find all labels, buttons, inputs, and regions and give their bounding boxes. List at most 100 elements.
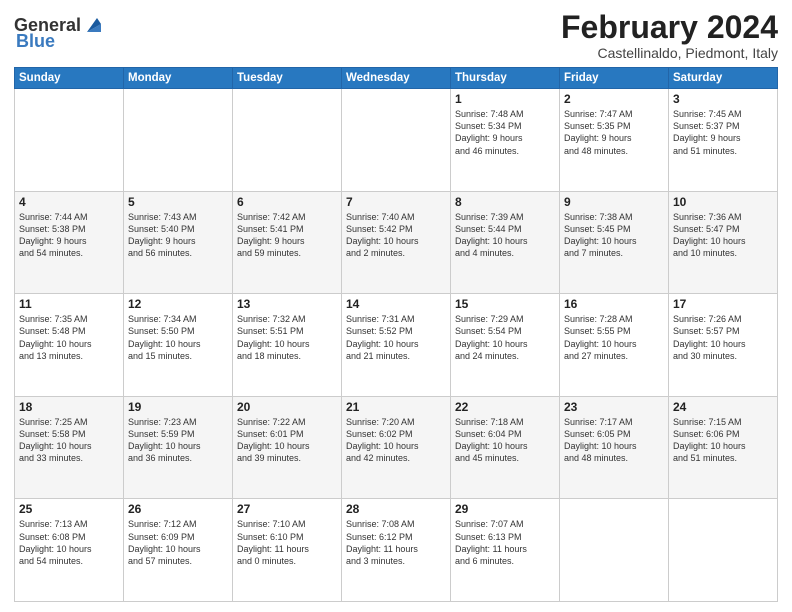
day-number: 25 [19, 502, 119, 516]
cell-info: and 56 minutes. [128, 247, 228, 259]
week-row-1: 1 Sunrise: 7:48 AMSunset: 5:34 PMDaylight… [15, 89, 778, 192]
cell-info: Daylight: 10 hours [455, 440, 555, 452]
cell-info: Daylight: 10 hours [128, 338, 228, 350]
cell-info: and 10 minutes. [673, 247, 773, 259]
page: General Blue February 2024 Castellinaldo… [0, 0, 792, 612]
cell-info: Sunset: 5:41 PM [237, 223, 337, 235]
day-number: 26 [128, 502, 228, 516]
cell-info: and 57 minutes. [128, 555, 228, 567]
cell-info: Sunset: 6:13 PM [455, 531, 555, 543]
cell-info: Sunset: 6:05 PM [564, 428, 664, 440]
header: General Blue February 2024 Castellinaldo… [14, 10, 778, 61]
weekday-header-saturday: Saturday [669, 68, 778, 89]
cell-info: and 45 minutes. [455, 452, 555, 464]
cell-info: and 24 minutes. [455, 350, 555, 362]
day-number: 7 [346, 195, 446, 209]
cell-info: Sunrise: 7:36 AM [673, 211, 773, 223]
cell-info: Sunrise: 7:35 AM [19, 313, 119, 325]
cell-info: and 36 minutes. [128, 452, 228, 464]
calendar-cell: 7Sunrise: 7:40 AMSunset: 5:42 PMDaylight… [342, 191, 451, 294]
cell-info: Sunrise: 7:18 AM [455, 416, 555, 428]
cell-info: Sunset: 5:57 PM [673, 325, 773, 337]
cell-info: Sunrise: 7:08 AM [346, 518, 446, 530]
cell-info: and 15 minutes. [128, 350, 228, 362]
calendar-cell: 5Sunrise: 7:43 AMSunset: 5:40 PMDaylight… [124, 191, 233, 294]
day-number: 17 [673, 297, 773, 311]
cell-info: Sunset: 5:59 PM [128, 428, 228, 440]
cell-info: Sunset: 6:09 PM [128, 531, 228, 543]
cell-info: Sunrise: 7:47 AM [564, 108, 664, 120]
calendar-cell: 14Sunrise: 7:31 AMSunset: 5:52 PMDayligh… [342, 294, 451, 397]
week-row-2: 4Sunrise: 7:44 AMSunset: 5:38 PMDaylight… [15, 191, 778, 294]
cell-info: and 51 minutes. [673, 145, 773, 157]
day-number: 20 [237, 400, 337, 414]
cell-info: Sunrise: 7:48 AM [455, 108, 555, 120]
cell-info: Daylight: 10 hours [128, 440, 228, 452]
calendar-cell [669, 499, 778, 602]
logo-icon [83, 14, 105, 36]
day-number: 16 [564, 297, 664, 311]
cell-info: Daylight: 10 hours [455, 235, 555, 247]
calendar-cell [124, 89, 233, 192]
cell-info: and 39 minutes. [237, 452, 337, 464]
cell-info: Sunset: 5:45 PM [564, 223, 664, 235]
calendar-cell: 28Sunrise: 7:08 AMSunset: 6:12 PMDayligh… [342, 499, 451, 602]
calendar-cell [560, 499, 669, 602]
cell-info: Daylight: 10 hours [19, 338, 119, 350]
day-number: 12 [128, 297, 228, 311]
day-number: 5 [128, 195, 228, 209]
calendar-cell: 23Sunrise: 7:17 AMSunset: 6:05 PMDayligh… [560, 396, 669, 499]
cell-info: and 48 minutes. [564, 452, 664, 464]
cell-info: Sunset: 5:40 PM [128, 223, 228, 235]
weekday-header-friday: Friday [560, 68, 669, 89]
day-number: 29 [455, 502, 555, 516]
cell-info: Sunset: 6:04 PM [455, 428, 555, 440]
cell-info: Sunset: 5:44 PM [455, 223, 555, 235]
day-number: 21 [346, 400, 446, 414]
cell-info: Daylight: 9 hours [237, 235, 337, 247]
cell-info: Sunrise: 7:38 AM [564, 211, 664, 223]
logo: General Blue [14, 14, 105, 50]
calendar-cell: 21Sunrise: 7:20 AMSunset: 6:02 PMDayligh… [342, 396, 451, 499]
calendar-cell: 22 Sunrise: 7:18 AMSunset: 6:04 PMDayligh… [451, 396, 560, 499]
cell-info: Daylight: 10 hours [673, 235, 773, 247]
cell-info: Sunset: 6:06 PM [673, 428, 773, 440]
day-number: 19 [128, 400, 228, 414]
cell-info: and 48 minutes. [564, 145, 664, 157]
cell-info: and 4 minutes. [455, 247, 555, 259]
cell-info: Sunset: 5:55 PM [564, 325, 664, 337]
cell-info: Daylight: 9 hours [19, 235, 119, 247]
cell-info: Daylight: 11 hours [455, 543, 555, 555]
cell-info: and 7 minutes. [564, 247, 664, 259]
cell-info: and 6 minutes. [455, 555, 555, 567]
cell-info: Daylight: 9 hours [455, 132, 555, 144]
cell-info: Sunrise: 7:25 AM [19, 416, 119, 428]
cell-info: Sunrise: 7:13 AM [19, 518, 119, 530]
cell-info: Sunset: 5:34 PM [455, 120, 555, 132]
cell-info: Sunset: 5:35 PM [564, 120, 664, 132]
calendar-table: SundayMondayTuesdayWednesdayThursdayFrid… [14, 67, 778, 602]
day-number: 1 [455, 92, 555, 106]
day-number: 13 [237, 297, 337, 311]
calendar-cell: 16Sunrise: 7:28 AMSunset: 5:55 PMDayligh… [560, 294, 669, 397]
day-number: 9 [564, 195, 664, 209]
cell-info: and 27 minutes. [564, 350, 664, 362]
calendar-cell: 9Sunrise: 7:38 AMSunset: 5:45 PMDaylight… [560, 191, 669, 294]
title-block: February 2024 Castellinaldo, Piedmont, I… [561, 10, 778, 61]
cell-info: Sunrise: 7:26 AM [673, 313, 773, 325]
week-row-5: 25Sunrise: 7:13 AMSunset: 6:08 PMDayligh… [15, 499, 778, 602]
cell-info: Sunset: 5:37 PM [673, 120, 773, 132]
weekday-header-monday: Monday [124, 68, 233, 89]
day-number: 24 [673, 400, 773, 414]
weekday-header-sunday: Sunday [15, 68, 124, 89]
calendar-cell: 15Sunrise: 7:29 AMSunset: 5:54 PMDayligh… [451, 294, 560, 397]
cell-info: Daylight: 10 hours [346, 440, 446, 452]
cell-info: Sunrise: 7:22 AM [237, 416, 337, 428]
cell-info: and 3 minutes. [346, 555, 446, 567]
day-number: 28 [346, 502, 446, 516]
day-number: 22 [455, 400, 555, 414]
cell-info: Sunset: 5:54 PM [455, 325, 555, 337]
cell-info: Sunrise: 7:07 AM [455, 518, 555, 530]
cell-info: Sunset: 6:10 PM [237, 531, 337, 543]
cell-info: Sunset: 5:47 PM [673, 223, 773, 235]
